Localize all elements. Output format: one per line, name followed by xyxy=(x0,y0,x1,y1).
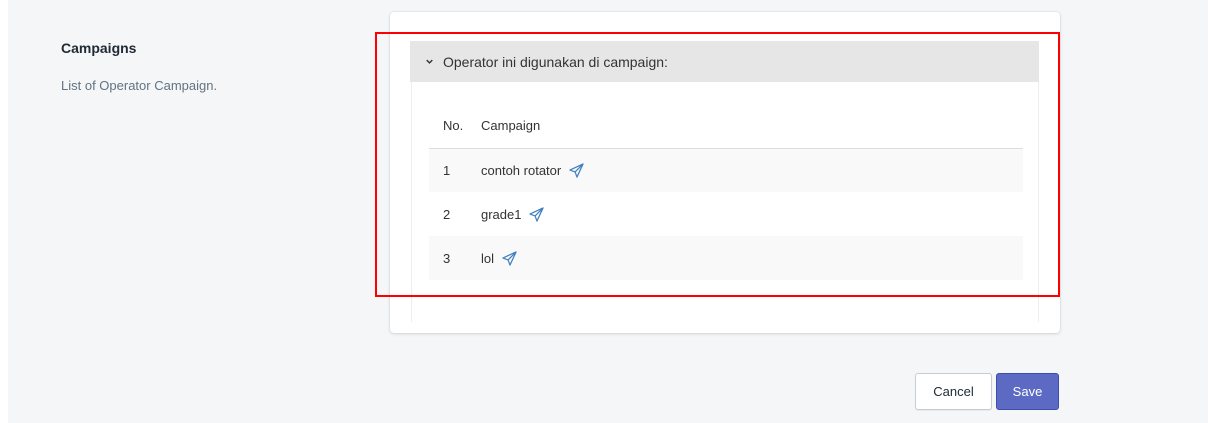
table-header-row: No. Campaign xyxy=(429,104,1023,149)
save-button[interactable]: Save xyxy=(996,373,1059,410)
campaign-table: No. Campaign 1 contoh rotator 2 grade1 3… xyxy=(429,104,1023,280)
send-icon[interactable] xyxy=(501,250,517,266)
section-title: Campaigns xyxy=(61,40,137,56)
table-row: 2 grade1 xyxy=(429,192,1023,236)
send-icon[interactable] xyxy=(529,206,544,222)
row-number: 2 xyxy=(443,206,451,222)
campaign-cell: lol xyxy=(481,236,1023,280)
campaign-cell: contoh rotator xyxy=(481,148,1023,192)
column-header-campaign: Campaign xyxy=(481,104,1023,149)
panel-header-text: Operator ini digunakan di campaign: xyxy=(443,53,668,70)
row-number: 1 xyxy=(429,148,481,192)
panel-body: No. Campaign 1 contoh rotator 2 grade1 3… xyxy=(411,82,1039,322)
table-row: 1 contoh rotator xyxy=(429,148,1023,192)
campaign-cell: grade1 xyxy=(481,192,1023,236)
panel-header-toggle[interactable]: Operator ini digunakan di campaign: xyxy=(410,41,1039,82)
column-header-no: No. xyxy=(429,104,481,149)
table-row: 3 lol xyxy=(429,236,1023,280)
campaign-name: contoh rotator xyxy=(481,162,562,178)
row-number: 3 xyxy=(429,236,481,280)
cancel-button[interactable]: Cancel xyxy=(915,373,992,410)
campaigns-card: Operator ini digunakan di campaign: No. … xyxy=(390,12,1060,333)
section-description: List of Operator Campaign. xyxy=(61,78,218,93)
send-icon[interactable] xyxy=(569,163,584,178)
campaign-name: lol xyxy=(481,250,495,266)
section-info: Campaigns List of Operator Campaign. xyxy=(61,40,361,93)
chevron-down-icon xyxy=(426,59,433,64)
campaign-name: grade1 xyxy=(481,206,522,222)
